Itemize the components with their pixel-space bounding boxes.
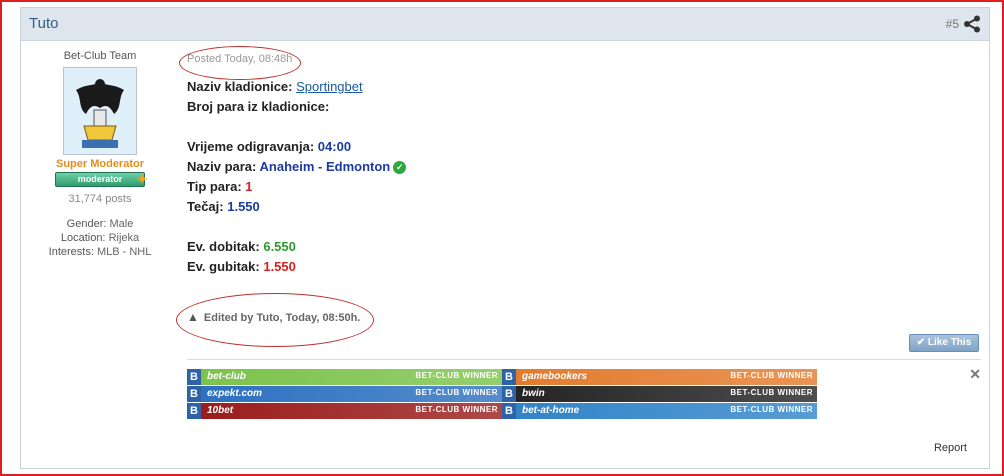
banner-tag: BET-CLUB WINNER (415, 371, 498, 380)
user-rank: Super Moderator (55, 158, 144, 170)
b-logo-icon: B (187, 386, 201, 402)
user-avatar[interactable] (63, 67, 137, 155)
user-meta: Gender: Male Location: Rijeka Interests:… (21, 217, 179, 259)
moderator-badge-label: moderator (77, 174, 123, 184)
posts-count: 31,774 posts (68, 193, 132, 205)
banner-tag: BET-CLUB WINNER (415, 405, 498, 414)
b-logo-icon: B (502, 403, 516, 419)
odds-label: Tečaj: (187, 199, 224, 214)
post-number-link[interactable]: #5 (946, 17, 959, 31)
edited-note: ▲ Edited by Tuto, Today, 08:50h. (187, 310, 360, 324)
gender-label: Gender: (66, 218, 107, 230)
tip-value: 1 (245, 179, 253, 194)
post-header: Tuto #5 (21, 8, 989, 41)
time-label: Vrijeme odigravanja: (187, 139, 315, 154)
banner-name: 10bet (207, 405, 234, 416)
report-link[interactable]: Report (934, 442, 967, 454)
banner-bet-at-home[interactable]: B bet-at-home BET-CLUB WINNER (502, 403, 817, 420)
banner-bet-club[interactable]: B bet-club BET-CLUB WINNER (187, 369, 502, 386)
share-icon[interactable] (963, 15, 981, 33)
tip-label: Tip para: (187, 179, 242, 194)
pair-label: Naziv para: (187, 159, 257, 174)
b-logo-icon: B (502, 369, 516, 385)
banner-tag: BET-CLUB WINNER (730, 405, 813, 414)
post-author-link[interactable]: Tuto (29, 15, 58, 32)
like-button-label: Like This (927, 337, 972, 348)
banner-name: expekt.com (207, 388, 263, 399)
pair-value: Anaheim - Edmonton (259, 159, 391, 174)
banner-expekt[interactable]: B expekt.com BET-CLUB WINNER (187, 386, 502, 403)
post-content: Posted Today, 08:48h Naziv kladionice: S… (179, 46, 977, 277)
banner-name: bet-club (207, 371, 246, 382)
bookmaker-label: Naziv kladionice: (187, 79, 293, 94)
eagle-emblem-icon (64, 68, 136, 154)
b-logo-icon: B (187, 369, 201, 385)
highlight-ellipse (179, 46, 301, 80)
forum-post: Tuto #5 Bet-Club Team Super Moderator mo… (20, 7, 990, 469)
banner-tag: BET-CLUB WINNER (730, 388, 813, 397)
bookmaker-link[interactable]: Sportingbet (296, 79, 363, 94)
banner-name: bet-at-home (522, 405, 580, 416)
odds-value: 1.550 (227, 199, 260, 214)
b-logo-icon: B (502, 386, 516, 402)
interests-value: MLB - NHL (96, 246, 152, 258)
time-value: 04:00 (317, 139, 352, 154)
win-label: Ev. dobitak: (187, 239, 260, 254)
signature-divider (187, 359, 981, 360)
like-button[interactable]: ✔ Like This (909, 334, 979, 352)
banner-name: bwin (522, 388, 545, 399)
banner-name: gamebookers (522, 371, 588, 382)
loss-label: Ev. gubitak: (187, 259, 260, 274)
edited-text: Edited by Tuto, Today, 08:50h. (203, 312, 361, 324)
banner-10bet[interactable]: B 10bet BET-CLUB WINNER (187, 403, 502, 420)
posted-date: Posted Today, 08:48h (187, 53, 293, 65)
win-value: 6.550 (263, 239, 296, 254)
location-label: Location: (60, 232, 106, 244)
post-body: Naziv kladionice: Sportingbet Broj para … (187, 77, 977, 277)
banner-gamebookers[interactable]: B gamebookers BET-CLUB WINNER (502, 369, 817, 386)
close-icon[interactable]: ✕ (969, 366, 981, 383)
banner-tag: BET-CLUB WINNER (730, 371, 813, 380)
gender-value: Male (109, 218, 134, 230)
interests-label: Interests: (48, 246, 94, 258)
moderator-badge: moderator ✦ (55, 171, 148, 187)
pair-count-label: Broj para iz kladionice: (187, 99, 330, 114)
b-logo-icon: B (187, 403, 201, 419)
banner-tag: BET-CLUB WINNER (415, 388, 498, 397)
loss-value: 1.550 (263, 259, 296, 274)
check-icon: ✓ (393, 161, 407, 175)
user-title: Bet-Club Team (63, 50, 137, 62)
user-info: Bet-Club Team Super Moderator moderator … (21, 50, 179, 259)
location-value: Rijeka (108, 232, 140, 244)
warning-icon: ▲ (187, 310, 199, 324)
banner-bwin[interactable]: B bwin BET-CLUB WINNER (502, 386, 817, 403)
star-icon: ✦ (136, 171, 148, 187)
